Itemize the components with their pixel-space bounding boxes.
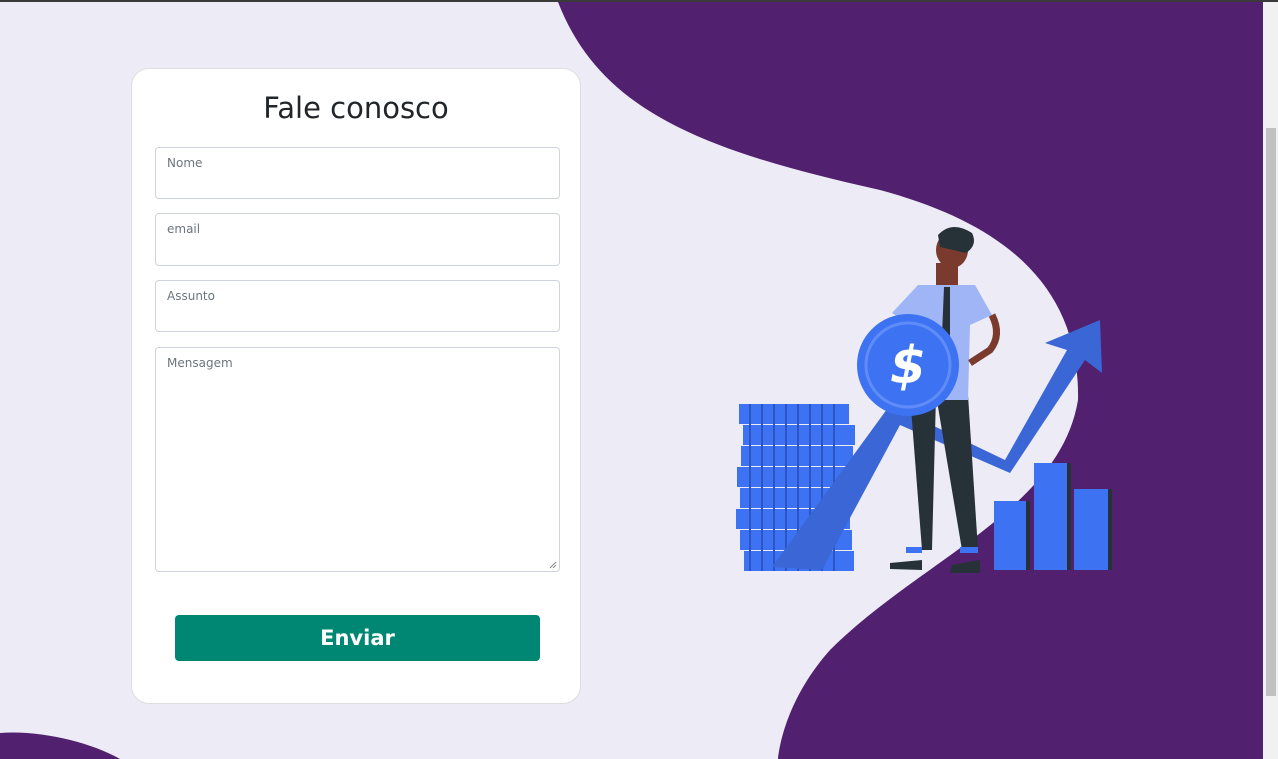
- subject-input[interactable]: Assunto: [155, 280, 560, 332]
- finance-growth-illustration-icon: $: [736, 226, 1112, 573]
- name-input-placeholder: Nome: [167, 156, 203, 170]
- submit-button[interactable]: Enviar: [175, 615, 540, 661]
- bar-chart-icon: [994, 463, 1112, 570]
- form-title: Fale conosco: [263, 91, 449, 125]
- email-input[interactable]: email: [155, 213, 560, 266]
- scrollbar-thumb[interactable]: [1266, 128, 1276, 696]
- contact-form-card: Fale conosco Nome email Assunto Mensagem…: [131, 68, 581, 704]
- purple-wave-bottom-left: [0, 732, 120, 759]
- page-scrollbar[interactable]: [1263, 2, 1278, 759]
- dollar-coin-icon: $: [857, 314, 959, 416]
- name-input[interactable]: Nome: [155, 147, 560, 199]
- message-textarea-placeholder: Mensagem: [167, 356, 233, 370]
- svg-text:$: $: [890, 336, 926, 396]
- message-textarea[interactable]: Mensagem: [155, 347, 560, 572]
- email-input-placeholder: email: [167, 222, 201, 236]
- subject-input-placeholder: Assunto: [167, 289, 215, 303]
- resize-handle-icon[interactable]: [549, 561, 557, 569]
